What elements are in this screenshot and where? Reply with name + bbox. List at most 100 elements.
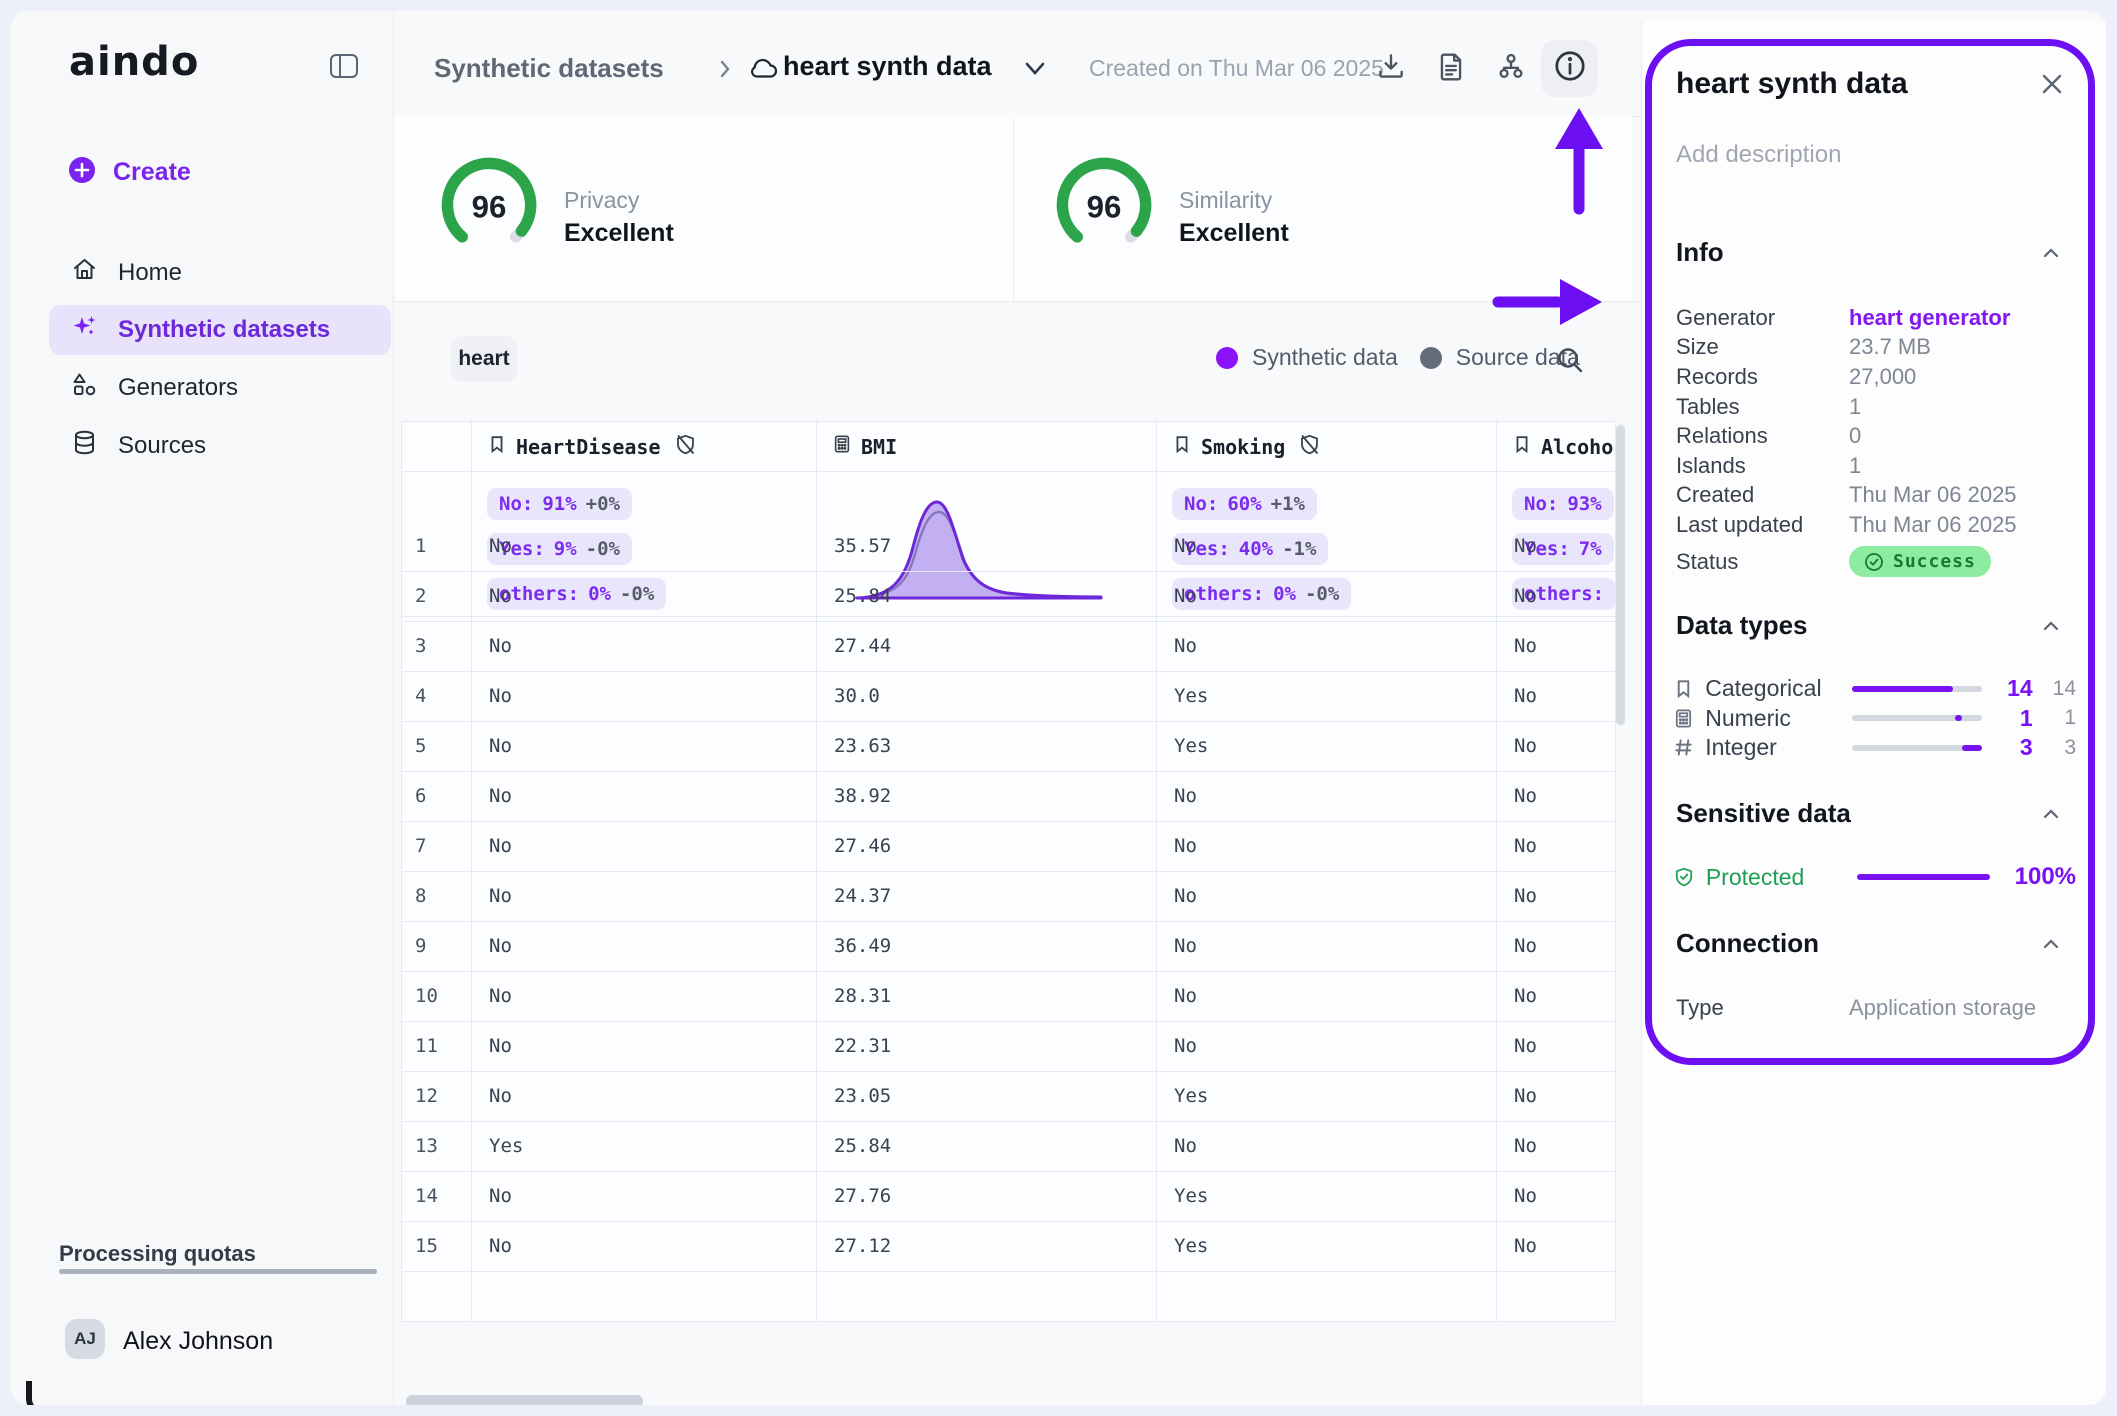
vertical-scrollbar[interactable]: [1616, 425, 1625, 725]
table-cell: No: [1157, 772, 1497, 822]
row-number-cell: 11: [402, 1022, 472, 1072]
column-header-alcohol[interactable]: Alcoho: [1497, 422, 1616, 472]
dataset-caret-icon[interactable]: [1023, 61, 1047, 82]
chevron-up-icon[interactable]: [2043, 618, 2059, 628]
schema-icon[interactable]: [1495, 51, 1527, 83]
processing-quotas-label: Processing quotas: [59, 1241, 256, 1267]
table-cell: Yes: [1157, 1072, 1497, 1122]
table-cell: No: [1497, 522, 1616, 572]
data-type-numeric: Numeric 1 1: [1673, 704, 2076, 734]
table-tab-heart[interactable]: heart: [451, 336, 517, 382]
table-cell: No: [1157, 972, 1497, 1022]
column-header-bmi[interactable]: BMI: [817, 422, 1157, 472]
sidebar-item-sources[interactable]: Sources: [49, 421, 391, 471]
sidebar-collapse-icon[interactable]: [329, 53, 359, 79]
table-cell: No: [1497, 622, 1616, 672]
chevron-up-icon[interactable]: [2043, 936, 2059, 946]
info-row-status: Status Success: [1676, 540, 2076, 584]
data-type-integer: Integer 3 3: [1673, 733, 2076, 763]
table-cell: No: [472, 872, 817, 922]
section-header-sensitive-data[interactable]: Sensitive data: [1676, 798, 1851, 829]
sidebar-item-home[interactable]: Home: [49, 248, 391, 298]
cloud-icon: [747, 53, 781, 88]
table-cell: 36.49: [817, 922, 1157, 972]
table-cell: No: [472, 772, 817, 822]
bookmark-icon: [1172, 434, 1192, 459]
similarity-rating: Excellent: [1179, 219, 1289, 248]
user-name[interactable]: Alex Johnson: [123, 1327, 273, 1356]
table-cell: No: [472, 972, 817, 1022]
corner-header-cell: [402, 422, 472, 472]
row-number-cell: 2: [402, 572, 472, 622]
calculator-icon: [1673, 708, 1695, 729]
table-cell: [1497, 1272, 1616, 1322]
create-button-label: Create: [113, 158, 191, 187]
column-name: BMI: [861, 435, 897, 459]
table-cell: No: [1497, 822, 1616, 872]
row-number-cell: 15: [402, 1222, 472, 1272]
table-cell: 35.57: [817, 522, 1157, 572]
column-header-smoking[interactable]: Smoking: [1157, 422, 1497, 472]
row-number-cell: 12: [402, 1072, 472, 1122]
app-logo: aindo: [69, 39, 199, 85]
row-number-cell: 14: [402, 1172, 472, 1222]
add-description-field[interactable]: Add description: [1676, 141, 1841, 169]
chevron-up-icon[interactable]: [2043, 245, 2059, 255]
row-number-cell: 6: [402, 772, 472, 822]
breadcrumb-root[interactable]: Synthetic datasets: [434, 53, 664, 84]
legend-dot-icon: [1216, 347, 1238, 369]
protected-row: Protected 100%: [1673, 860, 2076, 894]
table-cell: No: [1157, 872, 1497, 922]
table-cell: 22.31: [817, 1022, 1157, 1072]
table-cell: No: [472, 572, 817, 622]
legend-item: Synthetic data: [1216, 344, 1398, 371]
info-row-generator: Generatorheart generator: [1676, 303, 2076, 333]
download-icon[interactable]: [1375, 51, 1407, 83]
row-number-cell: 13: [402, 1122, 472, 1172]
create-button[interactable]: Create: [67, 155, 191, 190]
table-cell: No: [472, 1072, 817, 1122]
privacy-label: Privacy: [564, 187, 639, 214]
section-header-data-types[interactable]: Data types: [1676, 610, 1808, 641]
table-cell: No: [472, 1022, 817, 1072]
sidebar: aindo Create Home Synthetic da: [21, 11, 394, 1406]
table-cell: No: [1497, 722, 1616, 772]
created-on-label: Created on Thu Mar 06 2025: [1089, 55, 1384, 82]
shield-off-icon[interactable]: [1298, 433, 1321, 461]
info-row-last-updated: Last updatedThu Mar 06 2025: [1676, 510, 2076, 540]
table-cell: 27.46: [817, 822, 1157, 872]
table-cell: Yes: [1157, 722, 1497, 772]
legend: Synthetic dataSource data: [1216, 344, 1580, 371]
column-header-heartdisease[interactable]: HeartDisease: [472, 422, 817, 472]
info-button[interactable]: [1541, 40, 1598, 97]
avatar[interactable]: AJ: [65, 1319, 105, 1359]
shield-off-icon[interactable]: [674, 433, 697, 461]
search-icon[interactable]: [1555, 345, 1585, 375]
report-icon[interactable]: [1435, 51, 1467, 83]
table-cell: [1157, 1272, 1497, 1322]
info-icon: [1552, 48, 1588, 89]
table-cell: No: [1497, 1022, 1616, 1072]
horizontal-scrollbar[interactable]: [406, 1395, 643, 1406]
table-cell: No: [472, 1222, 817, 1272]
screenshot-frame: aindo Create Home Synthetic da: [0, 0, 2117, 1416]
sidebar-item-synthetic-datasets[interactable]: Synthetic datasets: [49, 305, 391, 355]
row-number-cell: 3: [402, 622, 472, 672]
row-number-cell: 4: [402, 672, 472, 722]
distribution-chip: No:60%+1%: [1172, 488, 1317, 520]
sidebar-item-generators[interactable]: Generators: [49, 363, 391, 413]
info-fields: Generatorheart generator Size23.7 MB Rec…: [1676, 303, 2076, 584]
table-cell: 23.63: [817, 722, 1157, 772]
sidebar-item-label: Home: [118, 259, 182, 287]
info-row-islands: Islands1: [1676, 451, 2076, 481]
chevron-up-icon[interactable]: [2043, 806, 2059, 816]
section-header-info[interactable]: Info: [1676, 237, 1724, 268]
window-corner-mark: [26, 1381, 56, 1406]
section-header-connection[interactable]: Connection: [1676, 928, 1819, 959]
dataset-name[interactable]: heart synth data: [783, 51, 992, 82]
info-row-created: CreatedThu Mar 06 2025: [1676, 481, 2076, 511]
generator-link[interactable]: heart generator: [1849, 305, 2010, 331]
table-cell: 23.05: [817, 1072, 1157, 1122]
legend-dot-icon: [1420, 347, 1442, 369]
close-icon[interactable]: [2039, 71, 2065, 97]
